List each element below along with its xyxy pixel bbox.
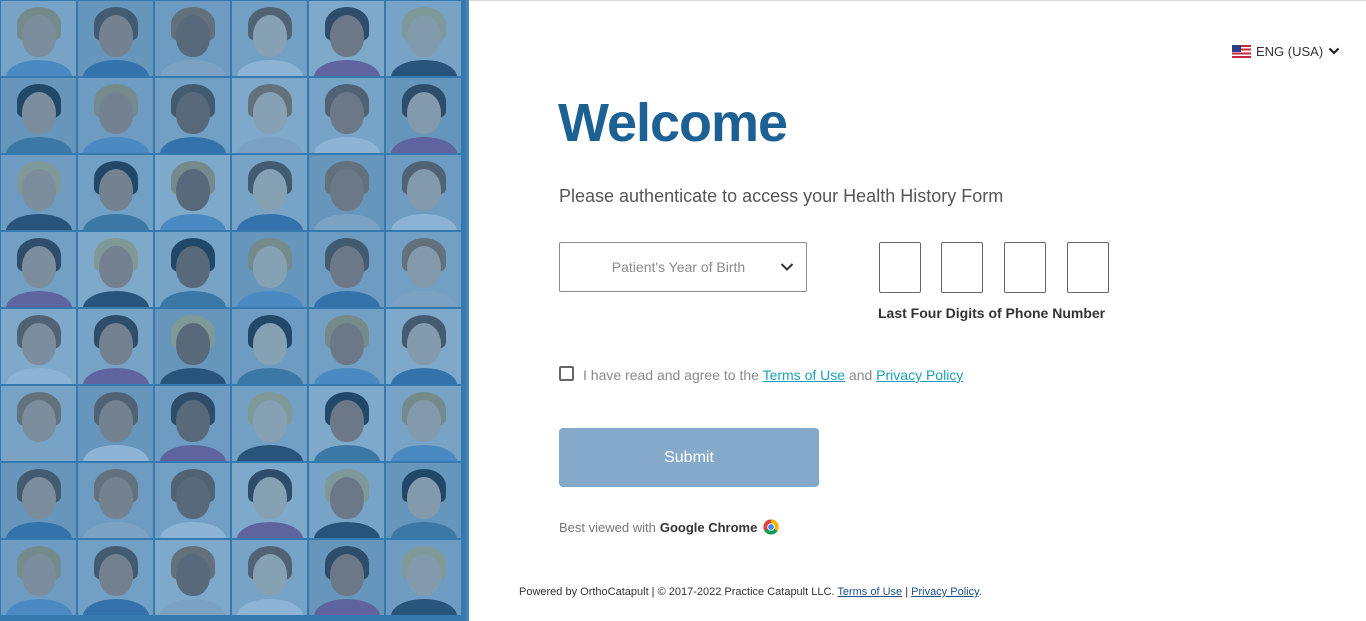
portrait-photo	[78, 463, 153, 538]
portrait-photo	[232, 463, 307, 538]
portrait-photo	[1, 386, 76, 461]
best-viewed-prefix: Best viewed with	[559, 519, 656, 535]
portrait-photo	[78, 78, 153, 153]
year-of-birth-placeholder: Patient's Year of Birth	[611, 259, 746, 275]
portrait-photo	[78, 155, 153, 230]
portrait-photo	[78, 309, 153, 384]
phone-digits-label: Last Four Digits of Phone Number	[878, 305, 1106, 321]
year-of-birth-select[interactable]: Patient's Year of Birth	[559, 242, 807, 292]
portrait-photo	[1, 155, 76, 230]
footer: Powered by OrthoCatapult | © 2017-2022 P…	[519, 586, 982, 598]
portrait-photo	[1, 309, 76, 384]
photo-mosaic-edge	[466, 0, 469, 621]
portrait-photo	[386, 232, 461, 307]
page-subtitle: Please authenticate to access your Healt…	[559, 186, 1004, 206]
portrait-photo	[232, 1, 307, 76]
privacy-policy-link[interactable]: Privacy Policy	[876, 367, 963, 383]
agree-checkbox[interactable]	[559, 366, 574, 381]
phone-digit-3-input[interactable]	[1004, 242, 1046, 293]
portrait-photo	[309, 309, 384, 384]
portrait-photo	[386, 463, 461, 538]
portrait-photo	[155, 1, 230, 76]
portrait-photo	[155, 463, 230, 538]
best-viewed-note: Best viewed with Google Chrome	[559, 519, 779, 535]
footer-separator: |	[905, 586, 909, 598]
submit-button[interactable]: Submit	[559, 428, 819, 487]
portrait-photo	[386, 155, 461, 230]
portrait-photo	[1, 540, 76, 615]
portrait-photo	[78, 540, 153, 615]
portrait-photo	[232, 232, 307, 307]
portrait-photo	[386, 540, 461, 615]
portrait-photo	[309, 386, 384, 461]
portrait-photo	[232, 155, 307, 230]
portrait-photo	[155, 155, 230, 230]
portrait-photo	[155, 386, 230, 461]
portrait-photo	[309, 78, 384, 153]
agree-and: and	[848, 367, 873, 383]
portrait-photo	[309, 463, 384, 538]
portrait-photo	[309, 155, 384, 230]
footer-text: Powered by OrthoCatapult | © 2017-2022 P…	[519, 586, 835, 598]
us-flag-icon	[1232, 44, 1251, 58]
portrait-photo	[1, 232, 76, 307]
chevron-down-icon	[1328, 47, 1340, 55]
terms-of-use-link[interactable]: Terms of Use	[763, 367, 845, 383]
photo-mosaic-grid	[1, 1, 461, 615]
photo-mosaic	[0, 0, 469, 621]
portrait-photo	[155, 232, 230, 307]
portrait-photo	[78, 1, 153, 76]
portrait-photo	[78, 232, 153, 307]
portrait-photo	[309, 232, 384, 307]
portrait-photo	[386, 1, 461, 76]
portrait-photo	[155, 309, 230, 384]
phone-digit-4-input[interactable]	[1067, 242, 1109, 293]
portrait-photo	[1, 463, 76, 538]
portrait-photo	[1, 78, 76, 153]
phone-digit-2-input[interactable]	[941, 242, 983, 293]
phone-digit-1-input[interactable]	[879, 242, 921, 293]
portrait-photo	[155, 78, 230, 153]
portrait-photo	[232, 540, 307, 615]
portrait-photo	[232, 78, 307, 153]
footer-end: .	[978, 586, 982, 598]
portrait-photo	[386, 309, 461, 384]
agree-text: I have read and agree to the Terms of Us…	[583, 367, 963, 383]
language-selector[interactable]: ENG (USA)	[1232, 42, 1340, 60]
language-label: ENG (USA)	[1256, 43, 1324, 59]
chevron-down-icon	[780, 263, 794, 271]
agree-prefix: I have read and agree to the	[583, 367, 759, 383]
browser-name: Google Chrome	[659, 519, 758, 535]
portrait-photo	[78, 386, 153, 461]
portrait-photo	[155, 540, 230, 615]
portrait-photo	[309, 1, 384, 76]
page-title: Welcome	[558, 93, 788, 153]
footer-terms-link[interactable]: Terms of Use	[837, 586, 902, 598]
footer-privacy-link[interactable]: Privacy Policy	[911, 586, 979, 598]
portrait-photo	[232, 309, 307, 384]
portrait-photo	[232, 386, 307, 461]
chrome-icon	[763, 519, 779, 535]
portrait-photo	[386, 386, 461, 461]
top-border	[469, 0, 1366, 1]
portrait-photo	[386, 78, 461, 153]
portrait-photo	[1, 1, 76, 76]
portrait-photo	[309, 540, 384, 615]
